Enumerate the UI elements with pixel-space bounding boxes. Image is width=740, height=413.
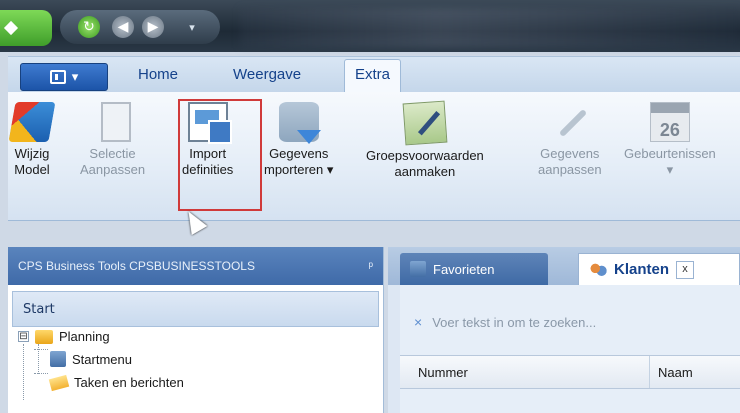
collapse-icon[interactable]: ⊟: [18, 331, 29, 342]
button-label: aanmaken: [394, 164, 456, 179]
start-label: Start: [23, 301, 55, 317]
grid-header: Nummer Naam: [400, 355, 740, 389]
clear-search-icon[interactable]: ×: [414, 314, 422, 330]
navigation-panel: CPS Business Tools CPSBUSINESSTOOLS ᵖ St…: [8, 247, 384, 413]
button-label: Selectie: [89, 146, 136, 161]
customers-view: × Voer tekst in om te zoeken... Nummer N…: [400, 285, 740, 413]
tab-extra[interactable]: Extra: [344, 59, 402, 93]
calendar-icon: 26: [649, 102, 690, 142]
document-tab-strip: Favorieten Klanten x: [388, 247, 740, 285]
gegevens-aanpassen-button[interactable]: Gegevens aanpassen: [538, 102, 602, 178]
tab-label: Klanten: [614, 261, 670, 278]
favorites-icon: [410, 261, 426, 277]
tree-node-label: Startmenu: [72, 351, 132, 367]
selection-icon: [100, 102, 131, 142]
button-label: ▾: [666, 162, 674, 177]
tree-node-planning[interactable]: ⊟ Planning: [18, 329, 110, 344]
button-label: Wijzig: [14, 146, 50, 161]
folder-icon: [35, 329, 53, 344]
start-header[interactable]: Start: [12, 291, 379, 327]
panel-title: CPS Business Tools CPSBUSINESSTOOLS: [18, 259, 255, 273]
pin-icon[interactable]: ᵖ: [368, 259, 373, 273]
tab-klanten[interactable]: Klanten x: [578, 253, 740, 285]
button-label: Gebeurtenissen: [624, 146, 716, 161]
button-label: Gegevens: [540, 146, 600, 161]
tree-node-startmenu[interactable]: Startmenu: [50, 351, 132, 367]
tree-line: [23, 344, 24, 400]
wrench-icon: [550, 102, 590, 142]
tab-home[interactable]: Home: [138, 66, 178, 83]
tab-favorieten[interactable]: Favorieten: [400, 253, 548, 285]
search-bar[interactable]: × Voer tekst in om te zoeken...: [400, 303, 740, 341]
app-logo-icon[interactable]: [0, 10, 52, 46]
panel-header: CPS Business Tools CPSBUSINESSTOOLS ᵖ: [8, 247, 383, 285]
column-header-nummer[interactable]: Nummer: [400, 356, 650, 388]
back-icon[interactable]: ◀: [112, 16, 134, 38]
application-menu-button[interactable]: ▾: [20, 63, 108, 91]
button-label: Aanpassen: [80, 162, 146, 177]
customers-icon: [589, 261, 607, 278]
window-title-blur: [240, 8, 740, 48]
quick-access-toolbar: ↻ ◀ ▶ ▾: [60, 10, 220, 44]
chevron-down-icon: ▾: [71, 69, 79, 85]
ribbon-tab-row: ▾ Home Weergave Extra: [8, 56, 740, 93]
model-cubes-icon: [8, 102, 56, 142]
document-icon: [49, 70, 66, 84]
button-label: Model: [14, 162, 50, 177]
wijzig-model-button[interactable]: Wijzig Model: [8, 102, 56, 178]
database-import-icon: [278, 102, 321, 144]
tree-node-label: Taken en berichten: [74, 375, 184, 390]
button-label: Groepsvoorwaarden: [366, 148, 484, 163]
button-label: mporteren ▾: [264, 162, 334, 177]
button-label: Gegevens: [269, 146, 329, 161]
forward-icon[interactable]: ▶: [142, 16, 164, 38]
search-input[interactable]: Voer tekst in om te zoeken...: [432, 315, 596, 330]
groepsvoorwaarden-aanmaken-button[interactable]: Groepsvoorwaarden aanmaken: [366, 100, 484, 180]
tree-line: [38, 344, 39, 374]
document-area: Favorieten Klanten x × Voer tekst in om …: [388, 247, 740, 413]
envelope-icon: [48, 374, 70, 391]
tree-line: [34, 349, 48, 350]
pen-document-icon: [402, 100, 448, 146]
gegevens-importeren-button[interactable]: Gegevens mporteren ▾: [264, 102, 333, 178]
ribbon-panel: Wijzig Model Selectie Aanpassen Import d…: [8, 92, 740, 221]
qat-dropdown-icon[interactable]: ▾: [185, 16, 199, 38]
gebeurtenissen-button[interactable]: 26 Gebeurtenissen ▾: [624, 102, 716, 178]
close-tab-icon[interactable]: x: [676, 260, 695, 279]
tab-weergave[interactable]: Weergave: [233, 66, 301, 83]
refresh-icon[interactable]: ↻: [78, 16, 100, 38]
button-label: aanpassen: [538, 162, 602, 177]
app-window-icon: [50, 351, 66, 367]
highlight-box: [178, 99, 262, 211]
selectie-aanpassen-button[interactable]: Selectie Aanpassen: [80, 102, 145, 178]
column-header-naam[interactable]: Naam: [650, 365, 693, 380]
tree-node-label: Planning: [59, 329, 110, 344]
tree-node-taken[interactable]: Taken en berichten: [48, 374, 184, 391]
title-bar: ↻ ◀ ▶ ▾: [0, 0, 740, 52]
tree-line: [34, 373, 48, 374]
tab-label: Favorieten: [433, 261, 495, 277]
